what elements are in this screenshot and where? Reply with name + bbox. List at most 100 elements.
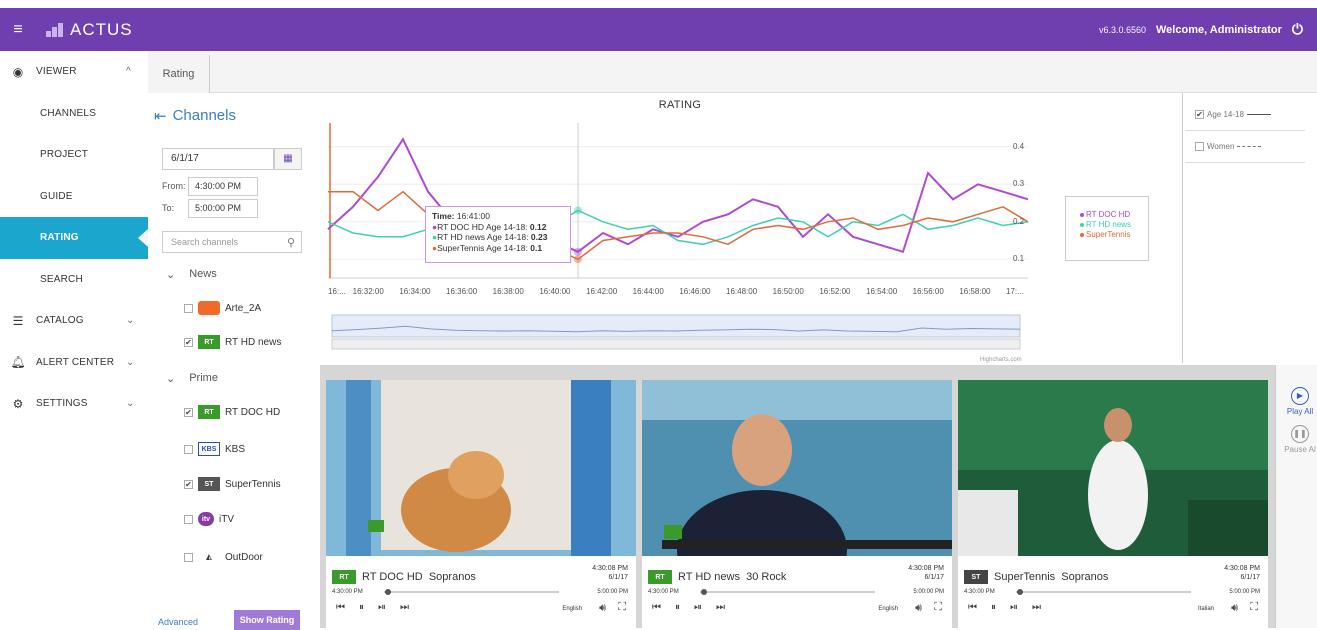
play-icon: ▶: [1291, 387, 1309, 405]
rt-doc-logo-icon: RT: [198, 405, 220, 419]
tab-rating[interactable]: Rating: [148, 55, 210, 93]
language-select[interactable]: English: [878, 606, 898, 612]
x-tick-label: 16:56:00: [912, 287, 944, 296]
channel-checkbox[interactable]: [184, 514, 193, 524]
channel-item[interactable]: ✔ RT RT HD news: [184, 335, 281, 349]
chevron-down-icon: ⌄: [126, 398, 135, 410]
group-news[interactable]: ⌄ News: [166, 268, 217, 281]
hover-point: [574, 255, 582, 264]
filter-women[interactable]: Women: [1185, 131, 1305, 163]
fullscreen-icon[interactable]: ⛶: [934, 601, 942, 614]
play-all-button[interactable]: ▶ Play All: [1280, 387, 1317, 416]
channel-checkbox[interactable]: ✔: [184, 407, 193, 417]
channels-title[interactable]: ⇤ Channels: [154, 107, 236, 125]
sidebar-item-catalog[interactable]: ☰ CATALOG ⌄: [0, 300, 148, 342]
video-controls: ⏮ ⏸ ⏯ ⏭: [652, 602, 725, 613]
calendar-icon[interactable]: ▦: [274, 148, 302, 170]
legend-item[interactable]: RT HD news: [1080, 220, 1148, 230]
x-tick-label: 17:...: [1006, 287, 1024, 296]
sidebar-item-settings[interactable]: ⚙ SETTINGS ⌄: [0, 383, 148, 425]
sidebar-item-guide[interactable]: GUIDE: [0, 176, 148, 218]
video-progress[interactable]: [700, 589, 875, 595]
advanced-link[interactable]: Advanced: [158, 617, 198, 627]
video-progress[interactable]: [1016, 589, 1191, 595]
video-frame[interactable]: [326, 380, 636, 556]
power-icon[interactable]: ⏻: [1292, 21, 1303, 38]
gear-icon: ⚙: [12, 396, 24, 411]
search-channels-input[interactable]: Search channels ⚲: [162, 231, 302, 253]
video-end-time: 5:00:00 PM: [913, 589, 944, 595]
sidebar-item-channels[interactable]: CHANNELS: [0, 93, 148, 135]
pause-icon[interactable]: ⏸: [675, 602, 680, 613]
channel-checkbox[interactable]: ✔: [184, 479, 193, 489]
filter-checkbox[interactable]: ✔: [1195, 110, 1204, 119]
legend-item[interactable]: RT DOC HD: [1080, 210, 1148, 220]
fullscreen-icon[interactable]: ⛶: [1250, 601, 1258, 614]
video-progress[interactable]: [384, 589, 559, 595]
bell-icon: 🔔︎: [10, 355, 26, 370]
language-select[interactable]: Italian: [1198, 606, 1214, 612]
fullscreen-icon[interactable]: ⛶: [618, 601, 626, 614]
skip-forward-icon[interactable]: ⏭: [1032, 602, 1041, 613]
skip-back-icon[interactable]: ⏮: [336, 602, 345, 613]
progress-knob[interactable]: [700, 589, 707, 595]
x-tick-label: 16:34:00: [399, 287, 431, 296]
skip-back-icon[interactable]: ⏮: [968, 602, 977, 613]
x-tick-label: 16:50:00: [772, 287, 804, 296]
pause-all-button[interactable]: ❚❚ Pause Al: [1280, 425, 1317, 454]
show-rating-button[interactable]: Show Rating: [234, 610, 300, 630]
channel-item[interactable]: KBS KBS: [184, 442, 245, 456]
app-logo[interactable]: ACTUS: [46, 20, 133, 40]
progress-knob[interactable]: [1016, 589, 1023, 595]
progress-knob[interactable]: [384, 589, 391, 595]
channel-item[interactable]: ✔ ST SuperTennis: [184, 477, 281, 491]
skip-back-icon[interactable]: ⏮: [652, 602, 661, 613]
step-forward-icon[interactable]: ⏯: [694, 602, 702, 613]
skip-forward-icon[interactable]: ⏭: [716, 602, 725, 613]
channel-checkbox[interactable]: [184, 444, 193, 454]
sidebar-item-project[interactable]: PROJECT: [0, 134, 148, 176]
volume-icon[interactable]: 🔊︎: [599, 602, 606, 615]
welcome-user[interactable]: Welcome, Administrator: [1156, 24, 1282, 36]
pause-icon[interactable]: ⏸: [359, 602, 364, 613]
skip-forward-icon[interactable]: ⏭: [400, 602, 409, 613]
x-tick-label: 16:58:00: [959, 287, 991, 296]
group-prime[interactable]: ⌄ Prime: [166, 372, 218, 385]
playback-panel: ▶ Play All ❚❚ Pause Al: [1275, 365, 1317, 628]
channel-checkbox[interactable]: [184, 552, 193, 562]
step-forward-icon[interactable]: ⏯: [1010, 602, 1018, 613]
video-frame[interactable]: [958, 380, 1268, 556]
legend-item[interactable]: SuperTennis: [1080, 230, 1148, 240]
supertennis-logo-icon: ST: [198, 477, 220, 491]
sidebar-item-alert-center[interactable]: 🔔︎ ALERT CENTER ⌄: [0, 342, 148, 384]
volume-icon[interactable]: 🔊︎: [1231, 602, 1238, 615]
search-icon: ⚲: [286, 237, 295, 249]
channel-item[interactable]: Arte_2A: [184, 301, 261, 315]
filter-checkbox[interactable]: [1195, 142, 1204, 151]
x-tick-label: 16:54:00: [866, 287, 898, 296]
from-time-input[interactable]: 4:30:00 PM: [188, 177, 258, 196]
sidebar-item-viewer[interactable]: ◉ VIEWER ^: [0, 51, 148, 93]
channel-item[interactable]: ◭ OutDoor: [184, 550, 263, 564]
channel-checkbox[interactable]: ✔: [184, 337, 193, 347]
video-frame[interactable]: [642, 380, 952, 556]
video-end-time: 5:00:00 PM: [597, 589, 628, 595]
video-end-time: 5:00:00 PM: [1229, 589, 1260, 595]
hamburger-menu-icon[interactable]: ≡: [0, 21, 36, 39]
channel-item[interactable]: itv iTV: [184, 512, 234, 526]
date-input[interactable]: 6/1/17: [162, 148, 274, 170]
channel-checkbox[interactable]: [184, 303, 193, 313]
chart-credits[interactable]: Highcharts.com: [980, 357, 1022, 363]
sidebar-item-search[interactable]: SEARCH: [0, 259, 148, 301]
step-forward-icon[interactable]: ⏯: [378, 602, 386, 613]
language-select[interactable]: English: [562, 606, 582, 612]
pause-icon[interactable]: ⏸: [991, 602, 996, 613]
channel-item[interactable]: ✔ RT RT DOC HD: [184, 405, 280, 419]
to-time-input[interactable]: 5:00:00 PM: [188, 199, 258, 218]
volume-icon[interactable]: 🔊︎: [915, 602, 922, 615]
x-tick-label: 16:52:00: [819, 287, 851, 296]
filter-age-14-18[interactable]: ✔ Age 14-18: [1185, 99, 1305, 131]
chevron-down-icon: ⌄: [166, 269, 176, 281]
video-card: RT RT DOC HD Sopranos 4:30:08 PM 6/1/17 4…: [326, 380, 636, 628]
sidebar-item-rating[interactable]: RATING: [0, 217, 148, 259]
